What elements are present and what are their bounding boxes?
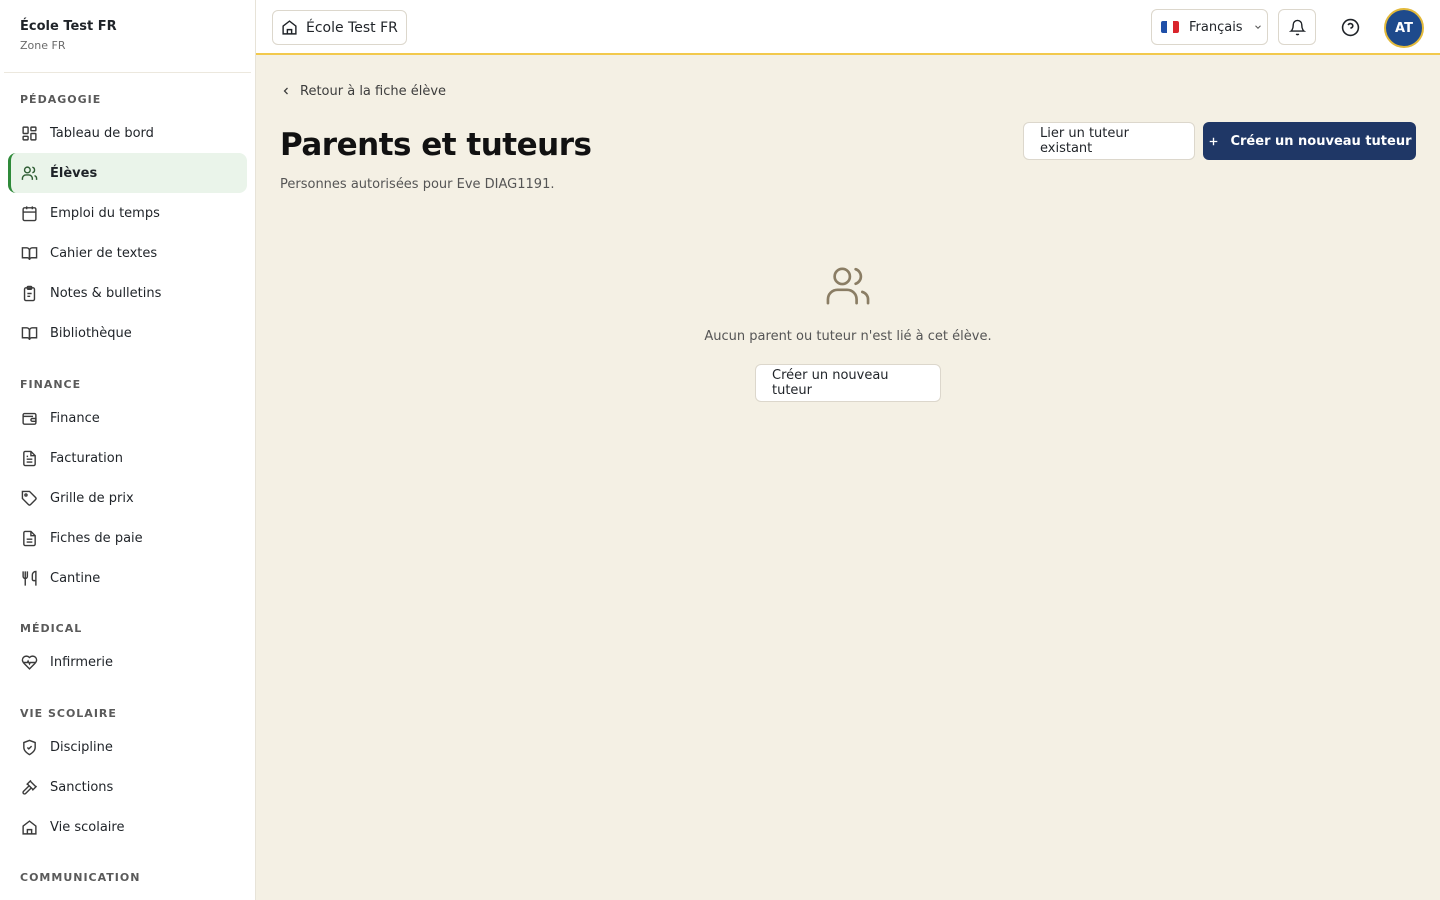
utensils-icon — [20, 569, 38, 587]
school-icon — [20, 818, 38, 836]
sidebar-item-grille-de-prix[interactable]: Grille de prix — [8, 478, 247, 518]
book-icon — [20, 324, 38, 342]
language-label: Français — [1189, 19, 1243, 35]
section-title-communication: COMMUNICATION — [20, 871, 141, 884]
school-icon — [281, 19, 298, 36]
sidebar-item-label: Infirmerie — [50, 654, 113, 670]
school-name: École Test FR — [20, 19, 117, 34]
sidebar-item-label: Grille de prix — [50, 490, 134, 506]
tag-icon — [20, 489, 38, 507]
sidebar-item-notes-bulletins[interactable]: Notes & bulletins — [8, 273, 247, 313]
sidebar-item-tableau-de-bord[interactable]: Tableau de bord — [8, 113, 247, 153]
book-open-icon — [20, 244, 38, 262]
create-guardian-label: Créer un nouveau tuteur — [1230, 133, 1412, 149]
sidebar-item-label: Vie scolaire — [50, 819, 125, 835]
help-circle-icon — [1341, 18, 1360, 37]
calendar-icon — [20, 204, 38, 222]
page-title: Parents et tuteurs — [280, 127, 592, 163]
school-switcher-label: École Test FR — [306, 19, 398, 36]
sidebar-item-discipline[interactable]: Discipline — [8, 727, 247, 767]
users-icon — [823, 263, 873, 309]
sidebar-item-sanctions[interactable]: Sanctions — [8, 767, 247, 807]
receipt-icon — [20, 529, 38, 547]
back-link-label: Retour à la fiche élève — [300, 83, 447, 99]
sidebar-item-label: Facturation — [50, 450, 123, 466]
sidebar-item-label: Finance — [50, 410, 100, 426]
sidebar-item-label: Cahier de textes — [50, 245, 158, 261]
link-existing-guardian-button[interactable]: Lier un tuteur existant — [1023, 122, 1195, 160]
sidebar-item-label: Sanctions — [50, 779, 114, 795]
gavel-icon — [20, 778, 38, 796]
sidebar-item-fiches-de-paie[interactable]: Fiches de paie — [8, 518, 247, 558]
language-select[interactable]: Français — [1151, 9, 1268, 45]
section-title-finance: FINANCE — [20, 378, 82, 391]
chevron-left-icon — [280, 85, 292, 97]
sidebar-item-infirmerie[interactable]: Infirmerie — [8, 642, 247, 682]
sidebar-item-vie-scolaire[interactable]: Vie scolaire — [8, 807, 247, 847]
empty-create-guardian-button[interactable]: Créer un nouveau tuteur — [755, 364, 941, 402]
school-header: École Test FR Zone FR — [4, 0, 251, 73]
topbar: École Test FR Français AT — [256, 0, 1440, 55]
main-content: Retour à la fiche élève Parents et tuteu… — [256, 57, 1440, 900]
flag-fr-icon — [1161, 21, 1179, 33]
sidebar: École Test FR Zone FR PÉDAGOGIE Tableau … — [0, 0, 256, 900]
sidebar-item-eleves[interactable]: Élèves — [8, 153, 247, 193]
sidebar-item-label: Cantine — [50, 570, 101, 586]
section-title-medical: MÉDICAL — [20, 622, 83, 635]
sidebar-item-label: Bibliothèque — [50, 325, 132, 341]
bell-icon — [1288, 19, 1306, 36]
sidebar-item-label: Tableau de bord — [50, 125, 154, 141]
plus-icon — [1207, 135, 1220, 148]
sidebar-item-label: Fiches de paie — [50, 530, 143, 546]
section-title-vie-scolaire: VIE SCOLAIRE — [20, 707, 117, 720]
wallet-icon — [20, 409, 38, 427]
page-subtitle: Personnes autorisées pour Eve DIAG1191. — [280, 177, 555, 192]
school-switcher-button[interactable]: École Test FR — [272, 10, 407, 45]
school-zone: Zone FR — [20, 39, 66, 52]
sidebar-item-label: Notes & bulletins — [50, 285, 162, 301]
sidebar-item-emploi-du-temps[interactable]: Emploi du temps — [8, 193, 247, 233]
dashboard-icon — [20, 124, 38, 142]
sidebar-item-finance[interactable]: Finance — [8, 398, 247, 438]
sidebar-item-label: Élèves — [50, 165, 98, 181]
help-button[interactable] — [1332, 9, 1368, 45]
chevron-down-icon — [1253, 22, 1263, 32]
notifications-button[interactable] — [1278, 9, 1316, 45]
empty-state-text: Aucun parent ou tuteur n'est lié à cet é… — [704, 329, 992, 344]
sidebar-item-cahier-de-textes[interactable]: Cahier de textes — [8, 233, 247, 273]
clipboard-icon — [20, 284, 38, 302]
sidebar-item-label: Discipline — [50, 739, 113, 755]
shield-icon — [20, 738, 38, 756]
sidebar-item-label: Emploi du temps — [50, 205, 160, 221]
sidebar-item-bibliotheque[interactable]: Bibliothèque — [8, 313, 247, 353]
sidebar-item-facturation[interactable]: Facturation — [8, 438, 247, 478]
users-icon — [20, 164, 38, 182]
back-link[interactable]: Retour à la fiche élève — [280, 81, 446, 101]
user-avatar[interactable]: AT — [1384, 8, 1424, 48]
sidebar-item-cantine[interactable]: Cantine — [8, 558, 247, 598]
section-title-pedagogie: PÉDAGOGIE — [20, 93, 102, 106]
create-guardian-button[interactable]: Créer un nouveau tuteur — [1203, 122, 1416, 160]
file-text-icon — [20, 449, 38, 467]
heart-pulse-icon — [20, 653, 38, 671]
